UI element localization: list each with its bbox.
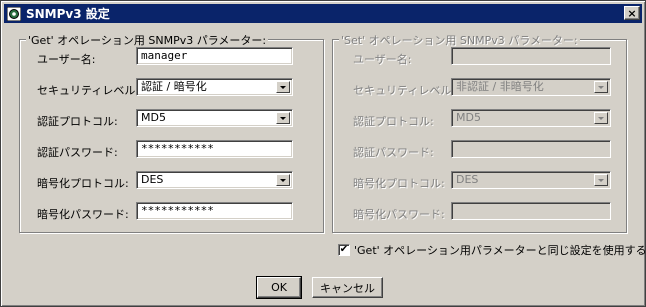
get-username-label: ユーザー名: <box>37 53 96 66</box>
set-auth-protocol-label: 認証プロトコル: <box>353 115 434 128</box>
chevron-down-icon[interactable] <box>276 174 290 186</box>
get-params-legend: 'Get' オペレーション用 SNMPv3 パラメーター: <box>26 32 269 48</box>
set-priv-protocol-label: 暗号化プロトコル: <box>353 177 445 190</box>
get-auth-password-input[interactable]: *********** <box>136 140 293 158</box>
ok-button[interactable]: OK <box>256 276 302 299</box>
set-username-input[interactable] <box>451 47 611 65</box>
get-security-level-value: 認証 / 暗号化 <box>141 80 207 93</box>
use-get-params-checkbox-row[interactable]: ✔ 'Get' オペレーション用パラメーターと同じ設定を使用する(S) <box>338 242 646 258</box>
set-priv-password-input[interactable] <box>451 202 611 220</box>
get-priv-protocol-label: 暗号化プロトコル: <box>37 177 129 190</box>
get-security-level-label: セキュリティレベル: <box>37 84 140 97</box>
chevron-down-icon[interactable] <box>594 112 608 124</box>
get-priv-protocol-select[interactable]: DES <box>136 171 293 189</box>
set-priv-protocol-select[interactable]: DES <box>451 171 611 189</box>
snmpv3-settings-dialog: SNMPv3 設定 × 'Get' オペレーション用 SNMPv3 パラメーター… <box>0 0 646 307</box>
chevron-down-icon[interactable] <box>594 81 608 93</box>
get-params-group: 'Get' オペレーション用 SNMPv3 パラメーター: ユーザー名: man… <box>19 32 324 233</box>
get-username-input[interactable]: manager <box>136 47 293 65</box>
get-priv-password-input[interactable]: *********** <box>136 202 293 220</box>
set-params-group: 'Set' オペレーション用 SNMPv3 パラメーター: ユーザー名: セキュ… <box>332 32 627 233</box>
set-security-level-label: セキュリティレベル: <box>353 84 456 97</box>
set-auth-password-label: 認証パスワード: <box>353 146 434 159</box>
get-auth-password-label: 認証パスワード: <box>37 146 118 159</box>
set-auth-password-input[interactable] <box>451 140 611 158</box>
get-auth-protocol-label: 認証プロトコル: <box>37 115 118 128</box>
set-security-level-select[interactable]: 非認証 / 非暗号化 <box>451 78 611 96</box>
chevron-down-icon[interactable] <box>276 81 290 93</box>
set-security-level-value: 非認証 / 非暗号化 <box>456 80 544 93</box>
use-get-params-label[interactable]: 'Get' オペレーション用パラメーターと同じ設定を使用する(S) <box>354 242 646 258</box>
get-auth-protocol-select[interactable]: MD5 <box>136 109 293 127</box>
app-icon <box>6 6 22 22</box>
get-priv-password-label: 暗号化パスワード: <box>37 208 129 221</box>
chevron-down-icon[interactable] <box>594 174 608 186</box>
title-bar[interactable]: SNMPv3 設定 × <box>4 4 642 23</box>
set-priv-password-label: 暗号化パスワード: <box>353 208 445 221</box>
window-title: SNMPv3 設定 <box>26 7 110 21</box>
set-username-label: ユーザー名: <box>353 53 412 66</box>
close-button[interactable]: × <box>624 6 640 20</box>
set-auth-protocol-select[interactable]: MD5 <box>451 109 611 127</box>
set-auth-protocol-value: MD5 <box>456 111 481 124</box>
set-params-legend: 'Set' オペレーション用 SNMPv3 パラメーター: <box>339 32 580 48</box>
get-priv-protocol-value: DES <box>141 173 164 186</box>
use-get-params-checkbox[interactable]: ✔ <box>338 244 350 256</box>
get-security-level-select[interactable]: 認証 / 暗号化 <box>136 78 293 96</box>
cancel-button[interactable]: キャンセル <box>312 277 383 298</box>
get-auth-protocol-value: MD5 <box>141 111 166 124</box>
set-priv-protocol-value: DES <box>456 173 479 186</box>
chevron-down-icon[interactable] <box>276 112 290 124</box>
